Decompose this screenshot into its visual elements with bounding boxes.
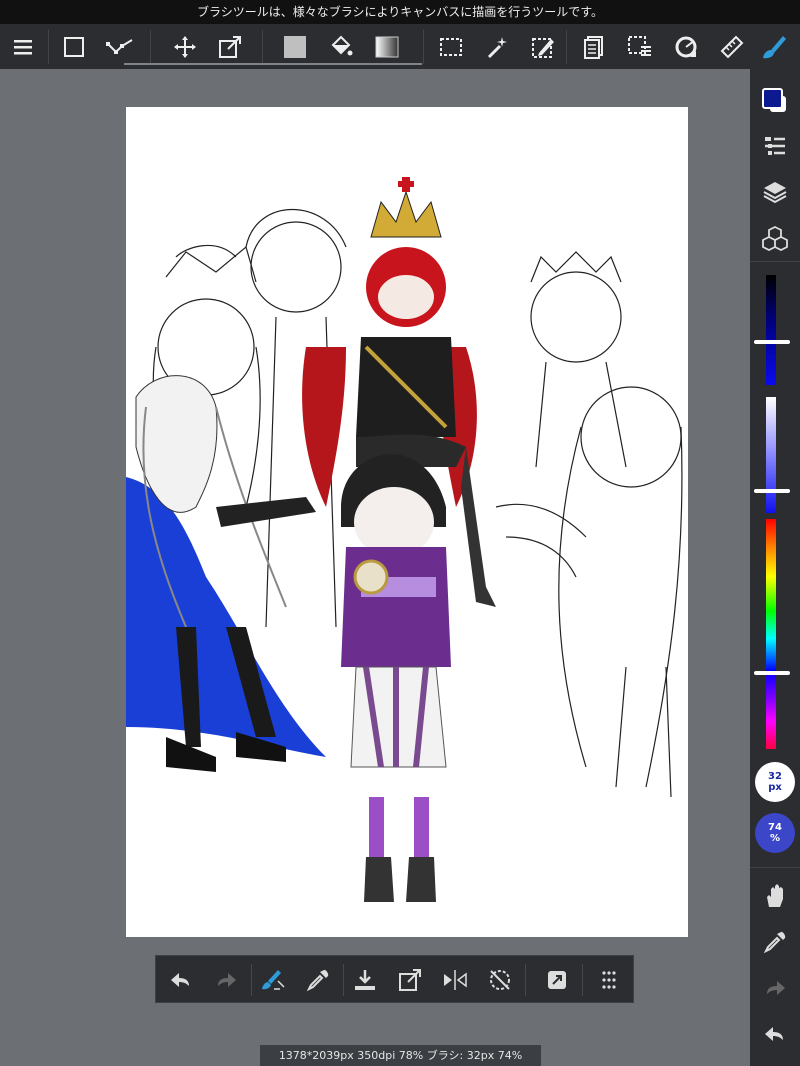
artwork-image <box>126 177 683 902</box>
materials-icon[interactable] <box>758 221 792 255</box>
hue-slider-handle[interactable] <box>754 671 790 675</box>
drawing-canvas[interactable] <box>126 107 688 937</box>
rotate-icon[interactable] <box>669 30 703 64</box>
more-icon[interactable] <box>592 963 626 997</box>
primary-color-swatch[interactable] <box>762 88 783 109</box>
color-swatch[interactable] <box>758 84 792 118</box>
brightness-slider[interactable] <box>766 275 776 385</box>
fullscreen-icon[interactable] <box>540 963 574 997</box>
right-panel: 32 px 74 % <box>750 69 800 1066</box>
select-pen-icon[interactable] <box>526 30 560 64</box>
brush-opacity-button[interactable]: 74 % <box>755 813 795 853</box>
redo-icon[interactable] <box>758 971 792 1005</box>
ruler-icon[interactable] <box>715 30 749 64</box>
fill-color-icon[interactable] <box>278 30 312 64</box>
brush-icon[interactable] <box>757 30 791 64</box>
saturation-slider[interactable] <box>766 397 776 513</box>
layers-icon[interactable] <box>758 175 792 209</box>
layer-properties-icon[interactable] <box>758 129 792 163</box>
brightness-slider-handle[interactable] <box>754 340 790 344</box>
menu-icon[interactable] <box>6 30 40 64</box>
hand-icon[interactable] <box>758 879 792 913</box>
bottom-toolbar <box>155 955 634 1003</box>
eyedropper-icon[interactable] <box>301 963 335 997</box>
move-icon[interactable] <box>168 30 202 64</box>
saturation-slider-handle[interactable] <box>754 489 790 493</box>
polyline-icon[interactable] <box>103 30 137 64</box>
deselect-icon[interactable] <box>623 30 657 64</box>
tool-group-indicator <box>124 63 422 65</box>
status-bar: 1378*2039px 350dpi 78% ブラシ: 32px 74% <box>260 1045 541 1066</box>
undo-icon[interactable] <box>758 1017 792 1051</box>
copy-layer-icon[interactable] <box>577 30 611 64</box>
magic-wand-icon[interactable] <box>480 30 514 64</box>
gradient-icon[interactable] <box>370 30 404 64</box>
brush-select-icon[interactable] <box>256 963 290 997</box>
eyedropper-icon[interactable] <box>758 925 792 959</box>
bucket-icon[interactable] <box>324 30 358 64</box>
rotate-reset-icon[interactable] <box>483 963 517 997</box>
undo-icon[interactable] <box>164 963 198 997</box>
rectangle-icon[interactable] <box>57 30 91 64</box>
share-icon[interactable] <box>393 963 427 997</box>
transform-icon[interactable] <box>213 30 247 64</box>
save-icon[interactable] <box>348 963 382 997</box>
tool-hint-message: ブラシツールは、様々なブラシによりキャンバスに描画を行うツールです。 <box>0 0 800 24</box>
flip-icon[interactable] <box>438 963 472 997</box>
brush-size-button[interactable]: 32 px <box>755 762 795 802</box>
redo-icon[interactable] <box>209 963 243 997</box>
select-icon[interactable] <box>434 30 468 64</box>
hue-slider[interactable] <box>766 519 776 749</box>
